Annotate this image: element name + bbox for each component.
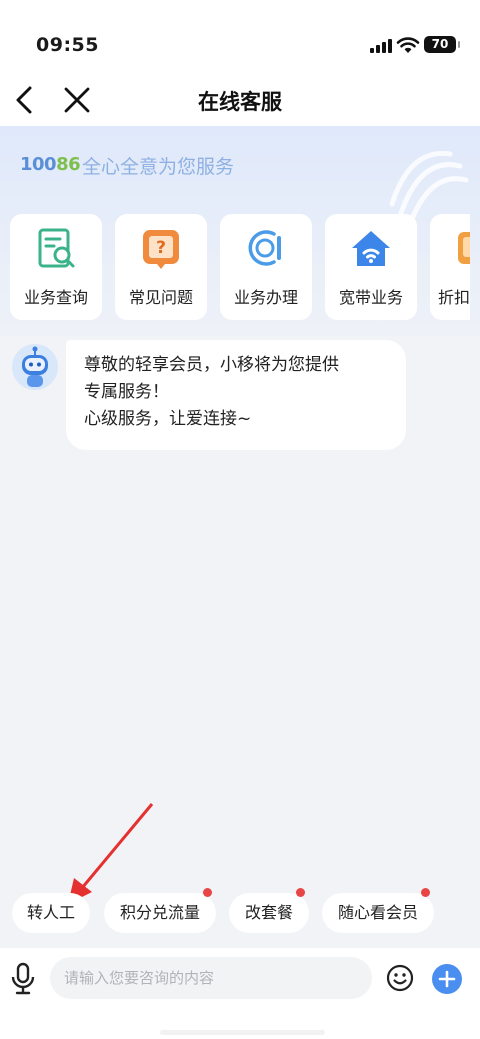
message-line: 心级服务，让爱连接~	[84, 409, 252, 429]
quick-reply-points[interactable]: 积分兑流量	[104, 888, 216, 933]
signal-icon	[370, 39, 392, 53]
service-label: 常见问题	[128, 288, 193, 307]
service-label: 折扣	[438, 288, 470, 307]
chip-label: 改套餐	[244, 903, 293, 922]
notification-dot	[421, 888, 430, 897]
battery-icon: 70	[424, 36, 460, 53]
quick-reply-human[interactable]: 转人工	[12, 893, 90, 933]
message-input[interactable]	[50, 957, 372, 999]
microphone-icon[interactable]	[10, 962, 36, 996]
emoji-icon[interactable]	[386, 964, 414, 992]
service-label: 业务办理	[233, 288, 298, 307]
status-time: 09:55	[36, 34, 99, 56]
home-indicator	[160, 1030, 325, 1035]
service-card-handle[interactable]: 业务办理	[220, 214, 312, 320]
status-bar: 09:55 70	[0, 0, 480, 80]
page-title: 在线客服	[198, 90, 282, 114]
wifi-icon	[396, 37, 420, 53]
plus-icon[interactable]	[432, 964, 462, 994]
chip-label: 积分兑流量	[119, 903, 200, 922]
service-card-query[interactable]: 业务查询	[10, 214, 102, 320]
notification-dot	[296, 888, 305, 897]
robot-avatar	[12, 344, 58, 390]
nav-bar: 在线客服	[0, 80, 480, 126]
message-line: 尊敬的轻享会员，小移将为您提供	[84, 355, 339, 375]
service-card-broadband[interactable]: 宽带业务	[325, 214, 417, 320]
svg-text:?: ?	[156, 238, 166, 258]
brand-logo: 10086	[20, 154, 81, 175]
chip-label: 转人工	[26, 903, 75, 922]
chip-label: 随心看会员	[337, 903, 418, 922]
home-wifi-icon	[352, 231, 390, 266]
quick-reply-plan[interactable]: 改套餐	[229, 888, 309, 933]
quick-reply-membership[interactable]: 随心看会员	[322, 888, 434, 933]
document-search-icon	[38, 228, 75, 268]
chat-bubble: 尊敬的轻享会员，小移将为您提供 专属服务！ 心级服务，让爱连接~	[66, 340, 406, 450]
service-cards: 业务查询 ? 常见问题 业务办理 宽带业务 折扣	[10, 214, 470, 320]
hero-slogan: 全心全意为您服务	[82, 156, 235, 178]
discount-icon	[458, 232, 470, 264]
service-card-discount[interactable]: 折扣	[430, 214, 470, 320]
notification-dot	[203, 888, 212, 897]
service-label: 宽带业务	[338, 288, 403, 307]
service-label: 业务查询	[23, 288, 88, 307]
message-line: 专属服务！	[84, 382, 169, 402]
service-dial-icon	[248, 230, 281, 266]
service-card-faq[interactable]: ? 常见问题	[115, 214, 207, 320]
faq-icon: ?	[143, 230, 179, 269]
input-bar	[0, 948, 480, 1039]
